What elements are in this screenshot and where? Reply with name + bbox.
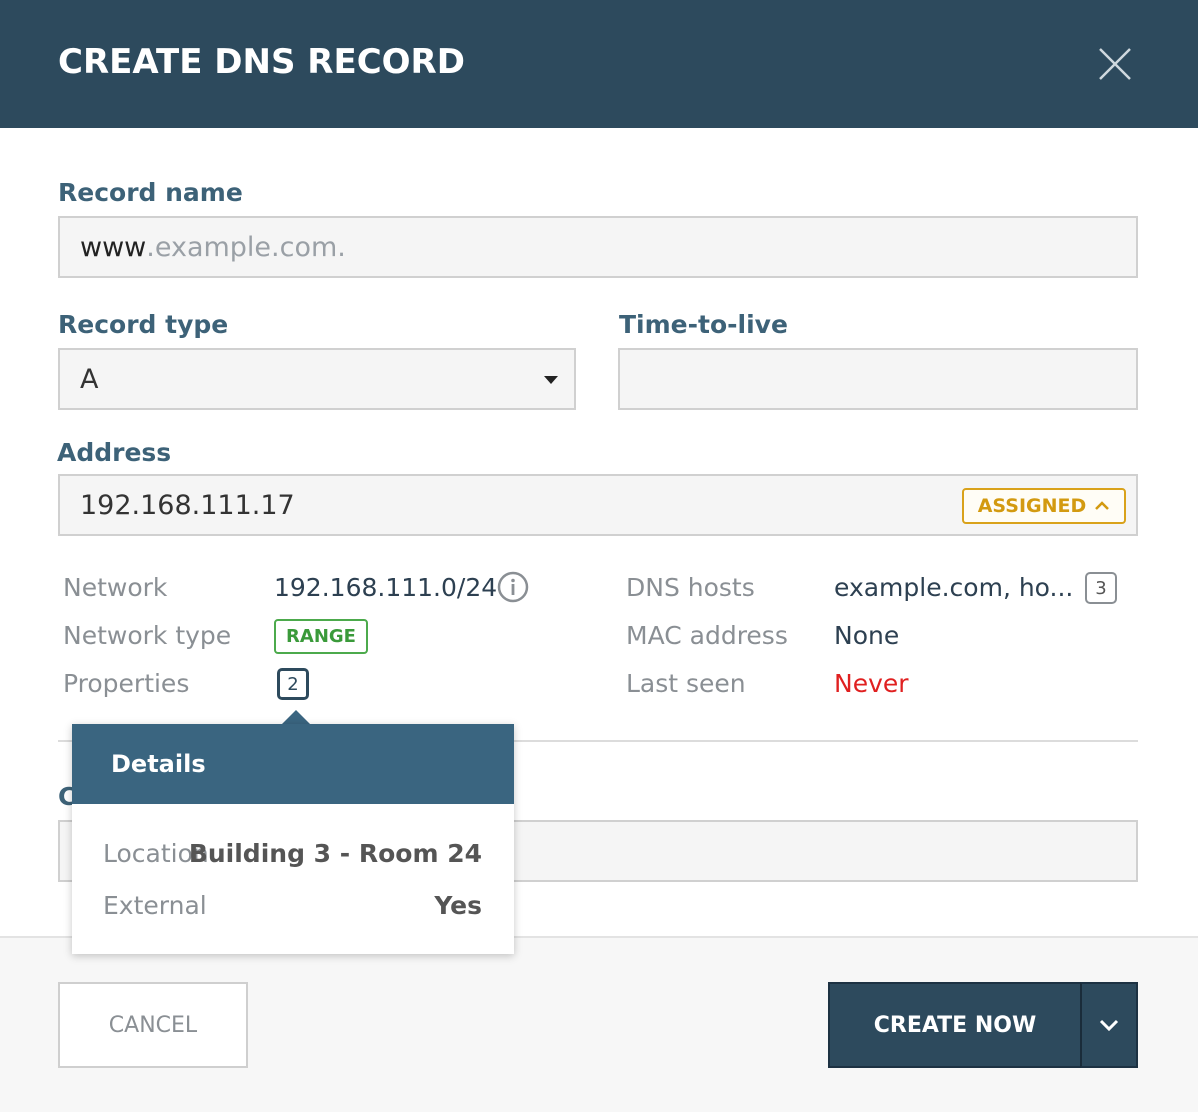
record-name-input[interactable]: www .example.com. bbox=[58, 216, 1138, 278]
properties-key: Properties bbox=[63, 669, 190, 698]
assigned-status-toggle[interactable]: ASSIGNED bbox=[962, 488, 1126, 524]
last-seen-key: Last seen bbox=[626, 669, 746, 698]
record-name-value: www bbox=[80, 231, 147, 263]
address-label: Address bbox=[57, 438, 172, 467]
chevron-up-icon bbox=[1095, 501, 1110, 510]
popover-title: Details bbox=[72, 724, 514, 804]
record-name-placeholder: .example.com. bbox=[146, 231, 346, 263]
network-type-badge: RANGE bbox=[274, 619, 368, 654]
record-type-select[interactable]: A bbox=[58, 348, 576, 410]
dns-hosts-value: example.com, ho... bbox=[834, 573, 1074, 602]
popover-external-value: Yes bbox=[434, 891, 482, 920]
info-icon[interactable] bbox=[497, 571, 529, 603]
caret-down-icon bbox=[544, 376, 558, 384]
mac-address-key: MAC address bbox=[626, 621, 788, 650]
create-now-button[interactable]: CREATE NOW bbox=[828, 982, 1082, 1068]
details-popover: Details Location Building 3 - Room 24 Ex… bbox=[72, 724, 514, 954]
record-type-value: A bbox=[80, 363, 99, 395]
mac-address-value: None bbox=[834, 621, 900, 650]
record-type-label: Record type bbox=[58, 310, 229, 339]
network-type-key: Network type bbox=[63, 621, 232, 650]
record-name-label: Record name bbox=[58, 178, 243, 207]
ttl-input[interactable] bbox=[618, 348, 1138, 410]
dialog-header: CREATE DNS RECORD bbox=[0, 0, 1198, 128]
popover-pointer bbox=[282, 710, 310, 724]
address-value: 192.168.111.17 bbox=[80, 489, 295, 521]
close-icon[interactable] bbox=[1097, 46, 1133, 82]
create-options-dropdown[interactable] bbox=[1080, 982, 1138, 1068]
popover-location-value: Building 3 - Room 24 bbox=[188, 839, 482, 868]
dialog-title: CREATE DNS RECORD bbox=[58, 42, 465, 82]
chevron-down-icon bbox=[1099, 1019, 1119, 1031]
last-seen-value: Never bbox=[834, 669, 909, 698]
dns-hosts-count-button[interactable]: 3 bbox=[1085, 572, 1117, 604]
assigned-status-label: ASSIGNED bbox=[977, 495, 1087, 517]
properties-count-button[interactable]: 2 bbox=[277, 668, 309, 700]
cancel-button[interactable]: CANCEL bbox=[58, 982, 248, 1068]
ttl-label: Time-to-live bbox=[619, 310, 788, 339]
popover-external-key: External bbox=[103, 891, 207, 920]
network-key: Network bbox=[63, 573, 168, 602]
network-value: 192.168.111.0/24 bbox=[274, 573, 498, 602]
dns-hosts-key: DNS hosts bbox=[626, 573, 755, 602]
